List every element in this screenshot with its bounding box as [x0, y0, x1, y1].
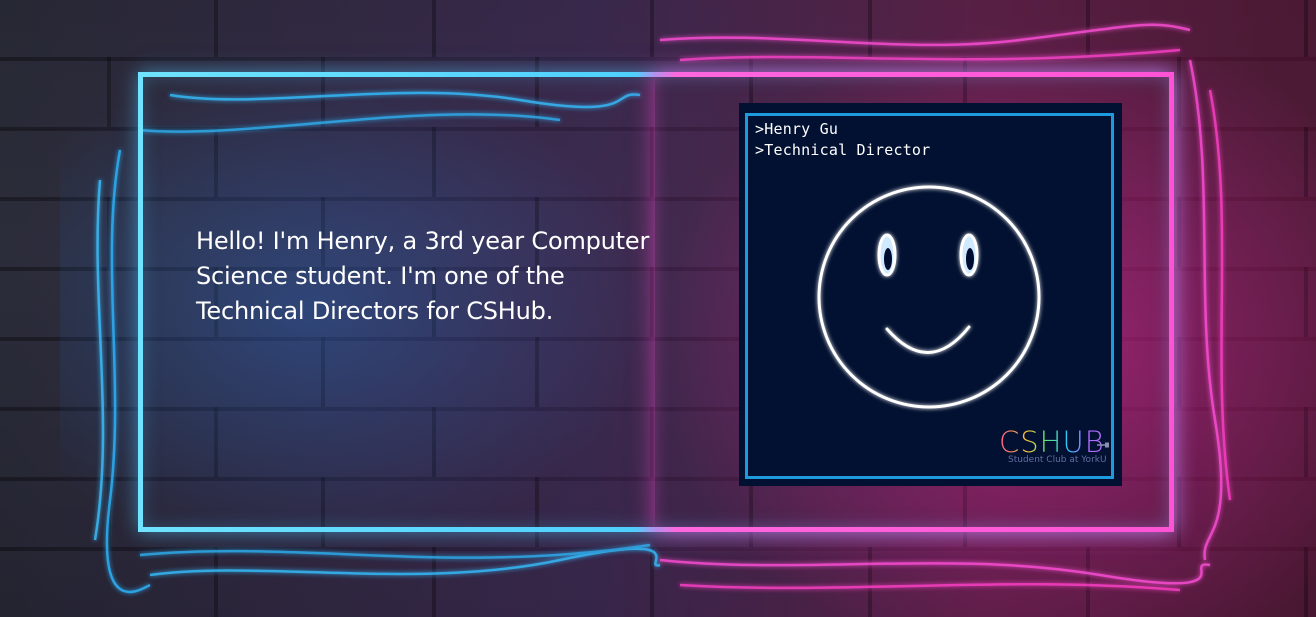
- bio-text: Hello! I'm Henry, a 3rd year Computer Sc…: [196, 224, 666, 329]
- profile-card-image: >Henry Gu >Technical Director CSHUB Stud…: [739, 103, 1122, 486]
- bio-line-2: Science student. I'm one of the: [196, 262, 565, 290]
- bio-line-1: Hello! I'm Henry, a 3rd year Computer: [196, 227, 650, 255]
- cshub-logo-text: CSHUB: [999, 425, 1105, 459]
- cshub-logo-subtitle: Student Club at YorkU: [1008, 455, 1107, 465]
- card-name-line: >Henry Gu: [755, 120, 839, 138]
- bio-line-3: Technical Directors for CSHub.: [196, 297, 554, 325]
- cshub-logo: CSHUB Student Club at YorkU: [999, 425, 1111, 465]
- smiley-face-icon: [817, 185, 1041, 409]
- card-role-line: >Technical Director: [755, 141, 931, 159]
- plug-icon: [1097, 442, 1109, 448]
